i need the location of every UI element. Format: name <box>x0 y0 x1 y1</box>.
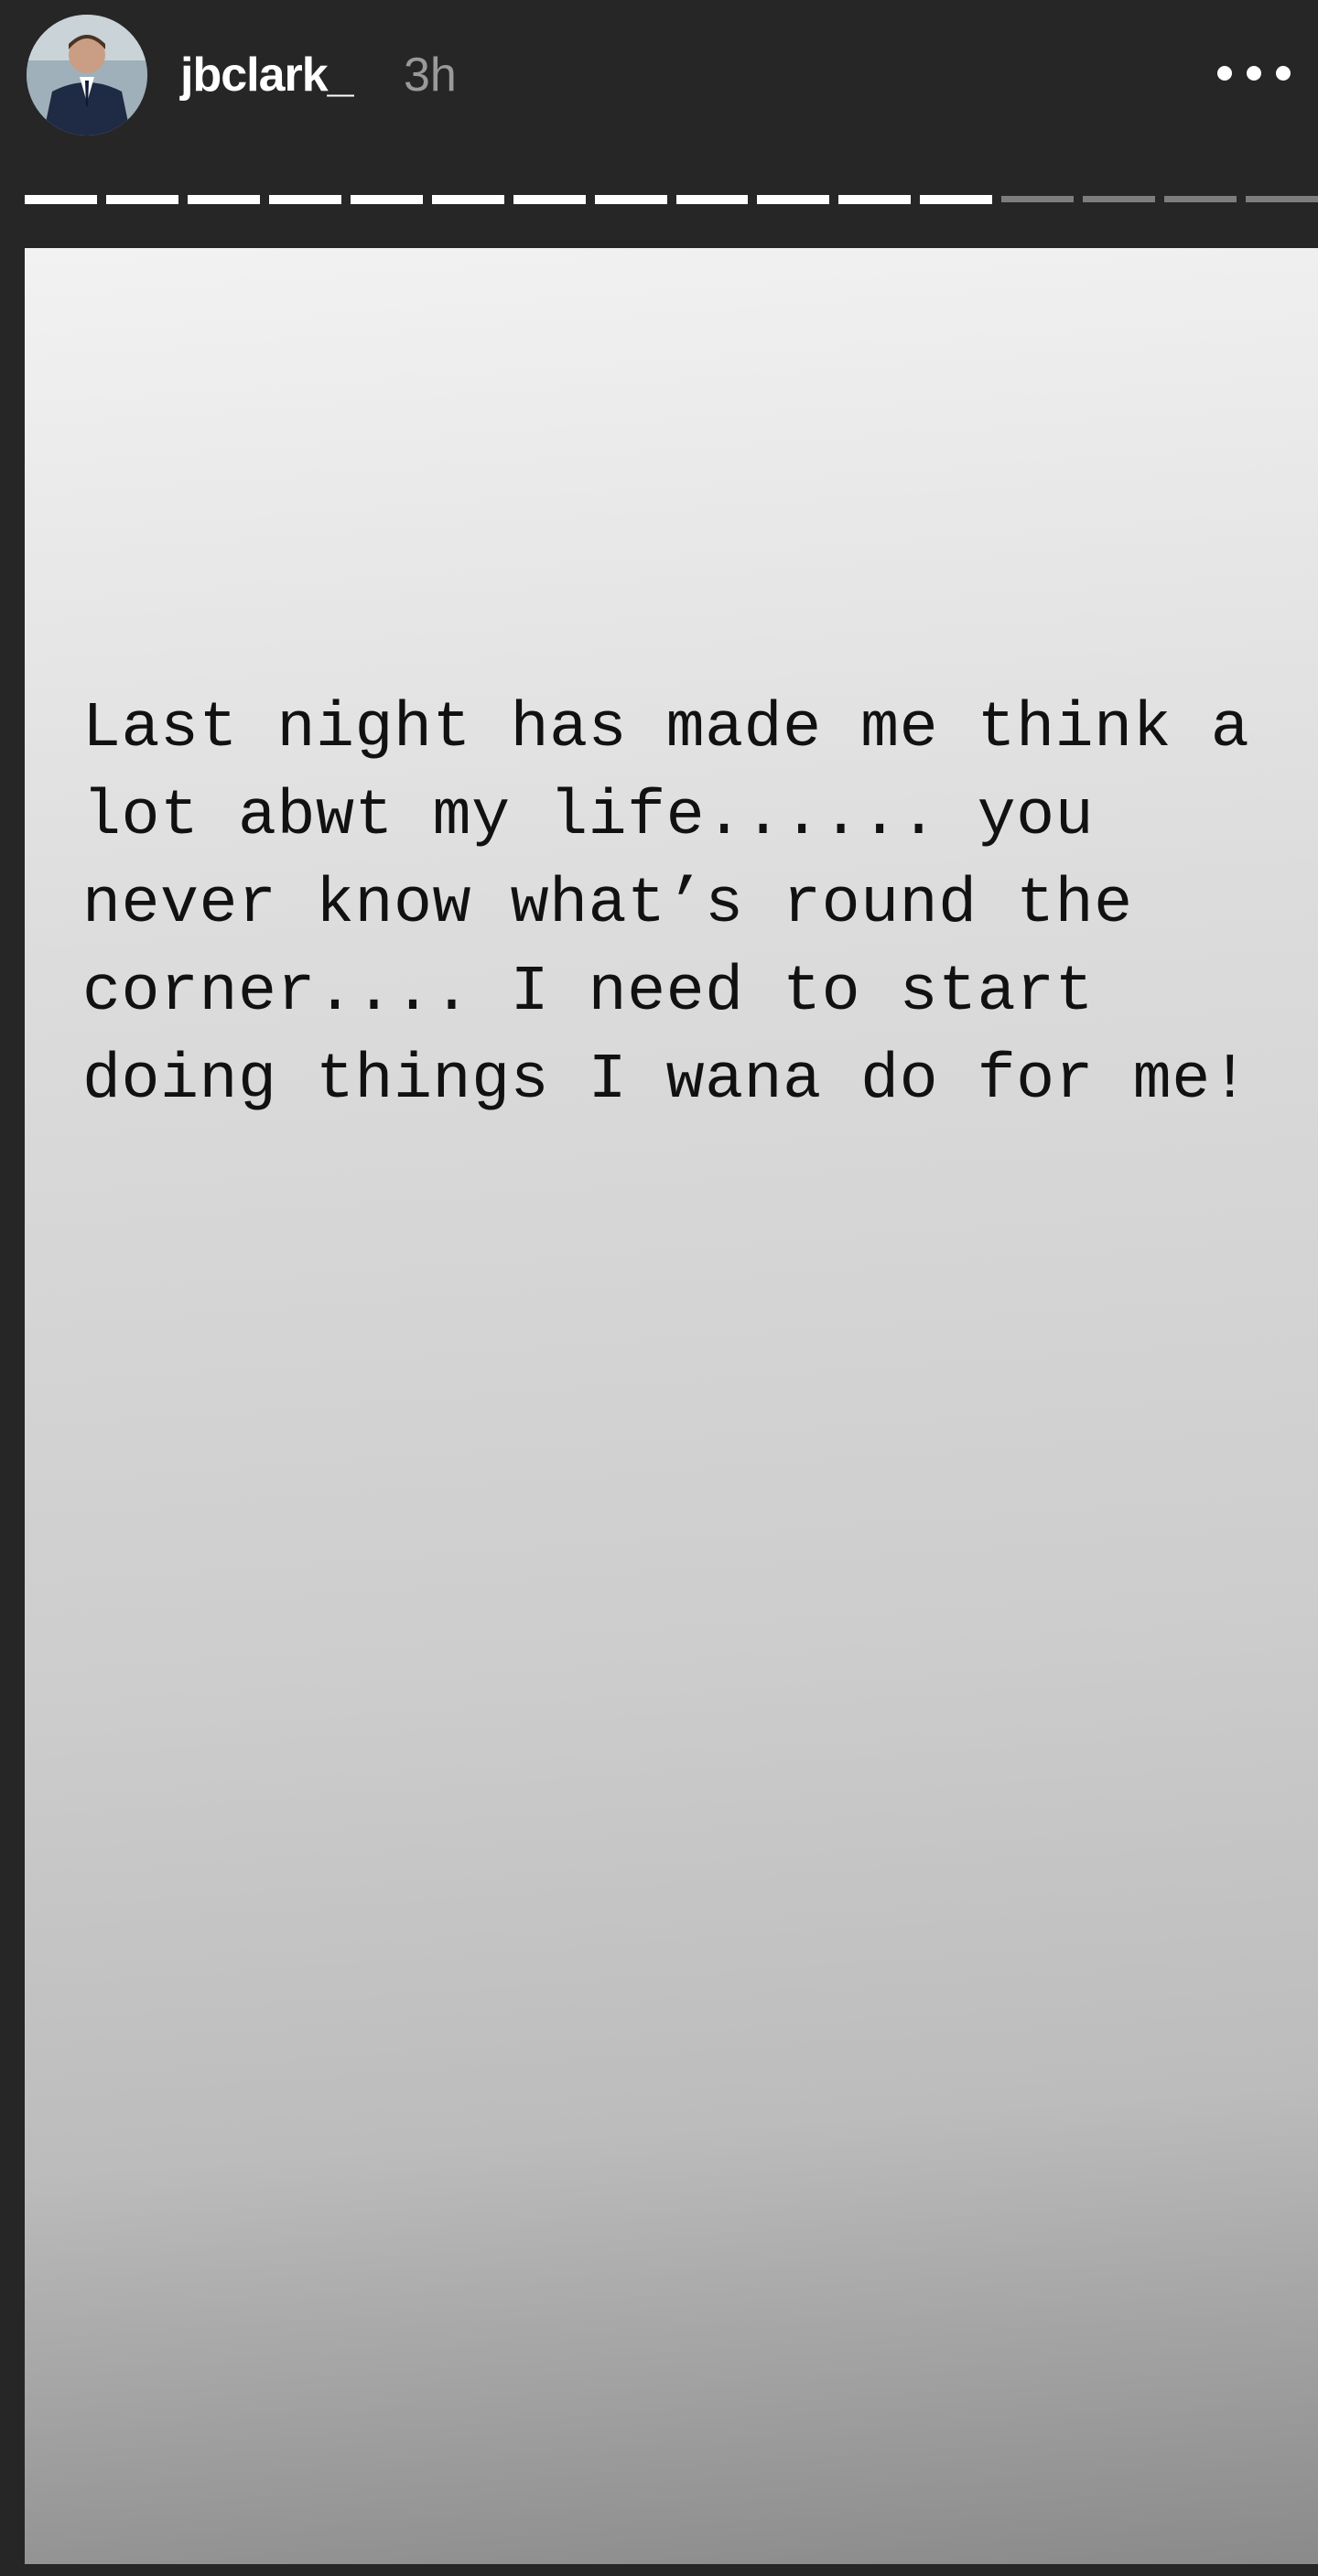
progress-segment-pending <box>1164 196 1237 202</box>
more-dot <box>1217 66 1232 81</box>
progress-segment-pending <box>1083 196 1156 202</box>
username[interactable]: jbclark_ <box>180 48 354 103</box>
post-timestamp: 3h <box>404 49 457 102</box>
progress-segment-viewed <box>431 195 504 204</box>
progress-segment-viewed <box>268 195 341 204</box>
progress-segment-viewed <box>187 195 260 204</box>
story-header: jbclark_ 3h <box>0 0 1318 247</box>
progress-segment-pending <box>1246 196 1318 202</box>
progress-segment-viewed <box>675 195 749 204</box>
more-dot <box>1247 66 1261 81</box>
progress-segment-viewed <box>513 195 586 204</box>
progress-segment-viewed <box>757 195 830 204</box>
progress-segment-viewed <box>105 195 178 204</box>
progress-segment-viewed <box>594 195 667 204</box>
story-content[interactable]: Last night has made me think a lot abwt … <box>25 248 1318 2564</box>
story-text: Last night has made me think a lot abwt … <box>82 693 1289 1117</box>
more-options-icon[interactable] <box>1208 55 1300 92</box>
progress-segment-viewed <box>920 195 993 204</box>
progress-segment-viewed <box>838 195 912 204</box>
profile-photo-icon[interactable] <box>27 15 147 135</box>
progress-segment-viewed <box>25 195 97 204</box>
progress-segment-pending <box>1001 196 1075 202</box>
story-progress-bar <box>25 195 1318 204</box>
progress-segment-viewed <box>350 195 423 204</box>
more-dot <box>1276 66 1291 81</box>
